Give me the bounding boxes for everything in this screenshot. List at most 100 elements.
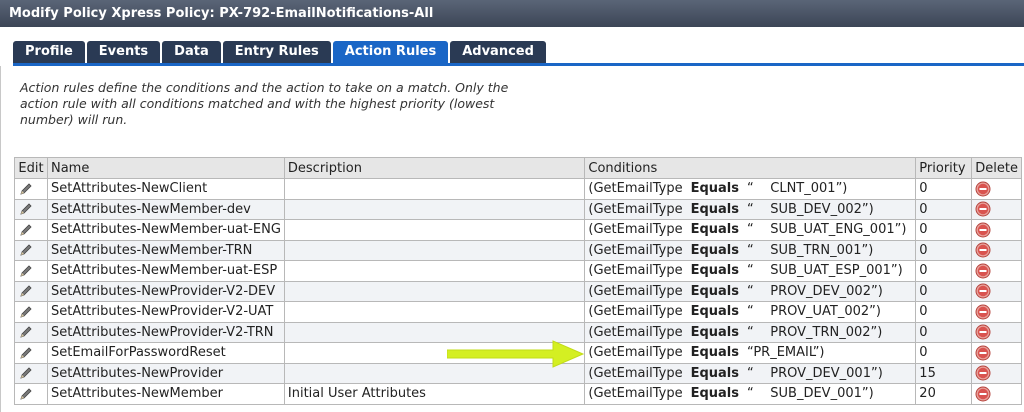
rule-description: [283, 198, 586, 220]
pencil-icon[interactable]: [18, 386, 34, 402]
edit-cell: [14, 321, 48, 343]
condition-field: (GetEmailType: [588, 304, 683, 320]
rule-name: SetAttributes-NewClient: [46, 178, 285, 200]
delete-minus-icon[interactable]: [975, 181, 991, 197]
delete-cell: [971, 219, 1022, 241]
condition-field: (GetEmailType: [588, 242, 683, 258]
rule-conditions: (GetEmailType Equals “ SUB_DEV_001”): [584, 383, 917, 405]
table-row: SetAttributes-NewMember-uat-ENG (GetEmail…: [14, 219, 1022, 241]
delete-minus-icon[interactable]: [975, 242, 991, 258]
delete-minus-icon[interactable]: [975, 324, 991, 340]
delete-cell: [971, 321, 1022, 343]
delete-minus-icon[interactable]: [975, 345, 991, 361]
delete-minus-icon[interactable]: [975, 283, 991, 299]
rule-description: [283, 239, 586, 261]
pencil-icon[interactable]: [18, 181, 34, 197]
condition-value: “ PROV_TRN_002”): [747, 324, 883, 340]
pencil-icon[interactable]: [18, 324, 34, 340]
rule-description: [283, 260, 586, 282]
rule-conditions: (GetEmailType Equals “ PROV_DEV_001”): [584, 362, 917, 384]
condition-field: (GetEmailType: [588, 201, 683, 217]
edit-cell: [14, 280, 48, 302]
pencil-icon[interactable]: [18, 201, 34, 217]
tab-profile[interactable]: Profile: [13, 41, 85, 63]
window-title: Modify Policy Xpress Policy: PX-792-Emai…: [0, 0, 1024, 27]
delete-cell: [971, 280, 1022, 302]
condition-value: “ SUB_UAT_ENG_001”): [747, 222, 907, 238]
condition-value: “PR_EMAIL”): [747, 345, 825, 361]
arrow-right-icon: [447, 340, 585, 368]
header-delete[interactable]: Delete: [971, 157, 1022, 179]
table-row: SetAttributes-NewMember-dev (GetEmailType…: [14, 198, 1022, 220]
rule-conditions: (GetEmailType Equals “ PROV_UAT_002”): [584, 301, 917, 323]
delete-cell: [971, 342, 1022, 364]
pencil-icon[interactable]: [18, 263, 34, 279]
rule-name: SetAttributes-NewMember-TRN: [46, 239, 285, 261]
rule-name: SetAttributes-NewMember-uat-ENG: [46, 219, 285, 241]
pencil-icon[interactable]: [18, 304, 34, 320]
rule-conditions: (GetEmailType Equals “ PROV_DEV_002”): [584, 280, 917, 302]
table-row: SetAttributes-NewProvider-V2-DEV (GetEmai…: [14, 280, 1022, 302]
condition-operator: Equals: [690, 386, 739, 402]
condition-operator: Equals: [690, 201, 739, 217]
condition-operator: Equals: [690, 263, 739, 279]
delete-minus-icon[interactable]: [975, 222, 991, 238]
delete-minus-icon[interactable]: [975, 201, 991, 217]
delete-cell: [971, 239, 1022, 261]
table-row: SetAttributes-NewMember Initial User Attr…: [14, 383, 1022, 405]
condition-value: “ PROV_DEV_002”): [747, 283, 883, 299]
table-row: SetAttributes-NewMember-uat-ESP (GetEmail…: [14, 260, 1022, 282]
pencil-icon[interactable]: [18, 283, 34, 299]
delete-minus-icon[interactable]: [975, 386, 991, 402]
pencil-icon[interactable]: [18, 345, 34, 361]
condition-field: (GetEmailType: [588, 365, 683, 381]
condition-operator: Equals: [690, 242, 739, 258]
rule-description: [283, 301, 586, 323]
edit-cell: [14, 219, 48, 241]
condition-value: “ SUB_TRN_001”): [747, 242, 874, 258]
rule-priority: 0: [915, 342, 973, 364]
pencil-icon[interactable]: [18, 242, 34, 258]
header-conditions[interactable]: Conditions: [584, 157, 917, 179]
delete-minus-icon[interactable]: [975, 365, 991, 381]
table-row: SetAttributes-NewProvider-V2-UAT (GetEmai…: [14, 301, 1022, 323]
delete-minus-icon[interactable]: [975, 304, 991, 320]
condition-field: (GetEmailType: [588, 222, 683, 238]
delete-cell: [971, 178, 1022, 200]
table-row: SetAttributes-NewClient (GetEmailType Equa…: [14, 178, 1022, 200]
edit-cell: [14, 239, 48, 261]
rule-conditions: (GetEmailType Equals “ SUB_UAT_ENG_001”): [584, 219, 917, 241]
rule-priority: 0: [915, 321, 973, 343]
pencil-icon[interactable]: [18, 365, 34, 381]
condition-field: (GetEmailType: [588, 324, 683, 340]
condition-value: “ SUB_DEV_001”): [747, 386, 874, 402]
rule-name: SetAttributes-NewMember-uat-ESP: [46, 260, 285, 282]
rule-priority: 0: [915, 198, 973, 220]
rule-name: SetAttributes-NewMember: [46, 383, 285, 405]
tab-events[interactable]: Events: [86, 41, 161, 63]
rule-conditions: (GetEmailType Equals “ SUB_TRN_001”): [584, 239, 917, 261]
condition-value: “ CLNT_001”): [747, 181, 848, 197]
rule-priority: 0: [915, 260, 973, 282]
header-priority[interactable]: Priority: [915, 157, 973, 179]
condition-operator: Equals: [690, 304, 739, 320]
pencil-icon[interactable]: [18, 222, 34, 238]
tab-bar: Profile Events Data Entry Rules Action R…: [13, 41, 548, 63]
condition-operator: Equals: [690, 222, 739, 238]
tab-data[interactable]: Data: [162, 41, 221, 63]
tab-entry-rules[interactable]: Entry Rules: [222, 41, 331, 63]
condition-value: “ PROV_DEV_001”): [747, 365, 883, 381]
tab-advanced[interactable]: Advanced: [450, 41, 546, 63]
rule-name: SetAttributes-NewProvider-V2-TRN: [46, 321, 285, 343]
header-name[interactable]: Name: [46, 157, 285, 179]
rule-priority: 20: [915, 383, 973, 405]
edit-cell: [14, 301, 48, 323]
delete-minus-icon[interactable]: [975, 263, 991, 279]
header-description[interactable]: Description: [283, 157, 586, 179]
tab-action-rules[interactable]: Action Rules: [332, 41, 449, 63]
header-edit[interactable]: Edit: [14, 157, 48, 179]
rule-name: SetAttributes-NewProvider-V2-DEV: [46, 280, 285, 302]
rule-description: [283, 178, 586, 200]
table-header-row: Edit Name Description Conditions Priorit…: [14, 157, 1022, 179]
rule-conditions: (GetEmailType Equals “ PROV_TRN_002”): [584, 321, 917, 343]
